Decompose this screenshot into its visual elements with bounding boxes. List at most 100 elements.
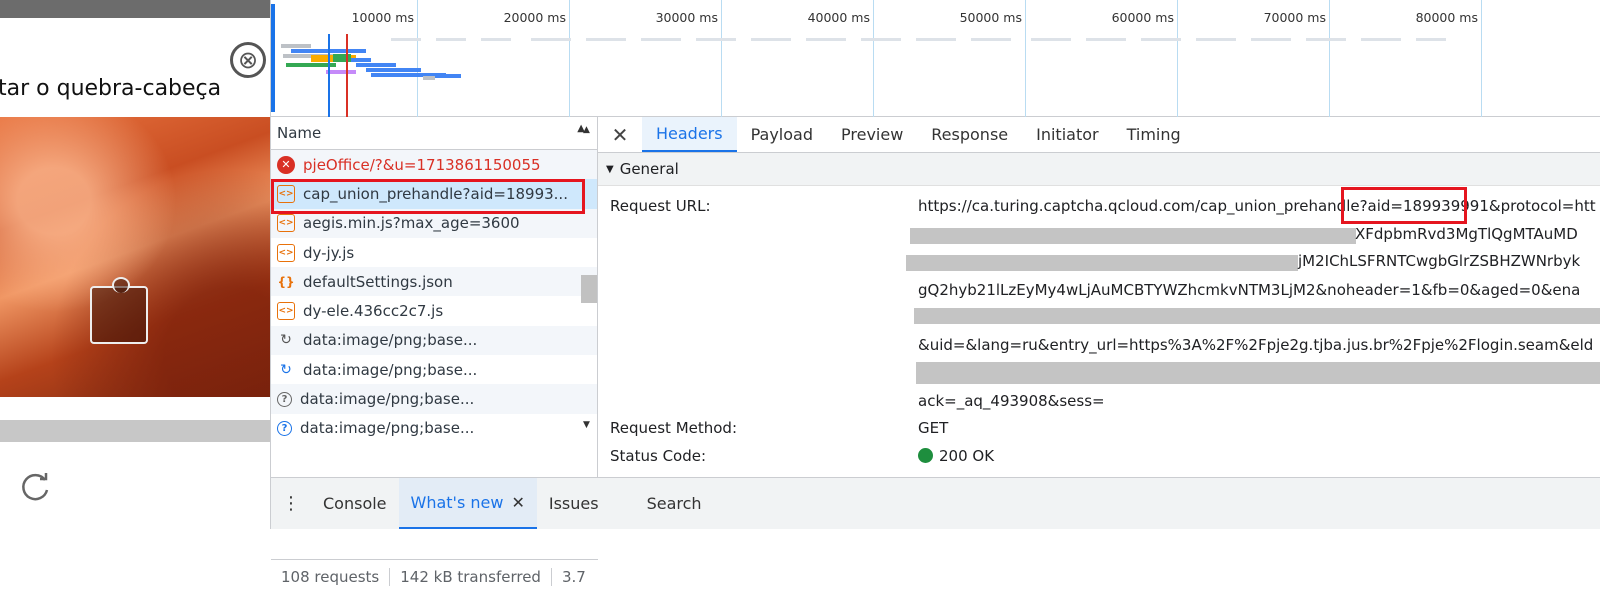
load-event-line [346,34,348,117]
general-section-title: General [619,160,679,178]
unknown-icon: ? [277,420,292,436]
request-name: data:image/png;base... [300,390,475,409]
request-row[interactable]: ? data:image/png;base... [271,414,597,443]
name-column-header[interactable]: Name ▲ [271,117,597,150]
captcha-panel: ⊗ tar o quebra-cabeça [0,0,270,529]
request-name: aegis.min.js?max_age=3600 [303,214,520,233]
tab-initiator[interactable]: Initiator [1022,117,1112,152]
timeline-bar [1306,38,1346,41]
status-code-text: 200 OK [939,447,995,465]
close-icon[interactable]: ✕ [598,117,642,152]
request-url-value: gQ2hyb21lLzEyMy4wLjAuMCBTYWZhcmkvNTM3LjM… [918,281,1581,299]
drawer-tab-search[interactable]: Search [635,478,714,529]
request-row[interactable]: {} defaultSettings.json [271,267,597,297]
transferred-size: 142 kB transferred [390,568,552,586]
request-url-value: ack=_aq_493908&sess= [918,392,1105,410]
timeline-bar [351,58,371,62]
timeline-bar [1196,38,1236,41]
timeline-bar [696,38,736,41]
pending-icon: ↻ [280,361,292,378]
timeline-bar [423,76,435,80]
redaction-block [914,308,1600,324]
more-options-icon[interactable]: ⋮ [271,478,311,529]
tab-payload[interactable]: Payload [737,117,827,152]
script-icon: <> [277,214,295,233]
expand-triangle-icon: ▼ [606,163,614,175]
request-method-value: GET [918,419,949,437]
timeline-bar [333,54,351,62]
highlight-box [271,179,585,214]
timeline-bar [1086,38,1126,41]
timeline-bar [326,70,356,74]
timeline-bar [481,38,511,41]
scroll-down-icon[interactable]: ▼ [583,420,590,430]
timeline-bar [1361,38,1401,41]
dom-content-loaded-line [328,34,330,117]
request-url-value: &uid=&lang=ru&entry_url=https%3A%2F%2Fpj… [918,336,1594,354]
unknown-icon: ? [277,391,292,407]
request-url-label: Request URL: [610,197,711,215]
error-icon: ✕ [277,155,295,174]
redaction-block [910,228,1356,244]
puzzle-piece[interactable] [90,277,148,344]
resources-size: 3.7 [561,568,586,586]
request-row[interactable]: ? data:image/png;base... [271,384,597,414]
request-name: data:image/png;base... [303,360,478,379]
timeline-tick: 80000 ms [1416,0,1482,117]
request-name: pjeOffice/?&u=1713861150055 [303,155,541,174]
captcha-puzzle-image[interactable] [0,117,270,397]
request-row[interactable]: ↻ data:image/png;base... [271,325,597,356]
tab-timing[interactable]: Timing [1113,117,1195,152]
close-icon[interactable]: ⊗ [230,42,266,78]
captcha-slider-track[interactable] [0,420,270,442]
tab-headers[interactable]: Headers [642,117,737,152]
timeline-bar [436,38,466,41]
drawer-tab-whats-new[interactable]: What's new ✕ [398,478,537,529]
script-icon: <> [277,302,295,321]
refresh-icon[interactable] [18,470,52,504]
request-name: data:image/png;base... [300,419,475,438]
drawer-tab-console[interactable]: Console [311,478,399,529]
tab-response[interactable]: Response [917,117,1022,152]
close-tab-icon[interactable]: ✕ [511,493,524,512]
timeline-bar [281,44,311,48]
request-url-value: jM2IChLSFRNTCwgbGlrZSBHZWNrbyk [1298,252,1581,270]
scroll-up-icon[interactable]: ▲ [583,125,590,135]
timeline-tick: 40000 ms [808,0,874,117]
general-section-header[interactable]: ▼ General [598,153,1600,186]
request-method-label: Request Method: [610,419,738,437]
timeline-bar [916,38,956,41]
request-list: Name ▲ ✕ pjeOffice/?&u=1713861150055 <> … [271,117,598,586]
captcha-title: tar o quebra-cabeça [0,76,222,101]
request-row[interactable]: <> dy-jy.js [271,238,597,267]
network-summary-bar: 108 requests 142 kB transferred 3.7 [271,559,598,594]
request-row[interactable]: <> dy-ele.436cc2c7.js [271,296,597,325]
timeline-bar [366,68,421,72]
status-ok-icon [918,448,933,463]
tab-preview[interactable]: Preview [827,117,917,152]
name-column-label: Name [277,124,322,142]
detail-tabs: ✕ Headers Payload Preview Response Initi… [598,117,1600,153]
request-row[interactable]: ↻ data:image/png;base... [271,355,597,384]
scrollbar-thumb[interactable] [581,275,597,303]
request-name: data:image/png;base... [303,331,478,350]
network-overview-timeline[interactable]: 10000 ms 20000 ms 30000 ms 40000 ms 5000… [271,0,1600,117]
request-url-value: https://ca.turing.captcha.qcloud.com/cap… [918,197,1596,215]
devtools-panel: 10000 ms 20000 ms 30000 ms 40000 ms 5000… [270,0,1600,586]
status-code-label: Status Code: [610,447,707,465]
script-icon: <> [277,243,295,262]
request-name: dy-jy.js [303,243,355,262]
drawer-tab-label: What's new [410,493,504,512]
timeline-bar [641,38,681,41]
devtools-drawer: ⋮ Console What's new ✕ Issues Search [271,477,1600,529]
timeline-bar [1251,38,1291,41]
captcha-top-bar [0,0,270,18]
request-url-value: XFdpbmRvd3MgTlQgMTAuMD [1355,225,1578,243]
drawer-tab-issues[interactable]: Issues [537,478,611,529]
timeline-tick: 30000 ms [656,0,722,117]
request-row[interactable]: ✕ pjeOffice/?&u=1713861150055 [271,150,597,180]
timeline-bar [391,38,421,41]
timeline-tick: 60000 ms [1112,0,1178,117]
timeline-tick: 50000 ms [960,0,1026,117]
request-name: dy-ele.436cc2c7.js [303,302,444,321]
